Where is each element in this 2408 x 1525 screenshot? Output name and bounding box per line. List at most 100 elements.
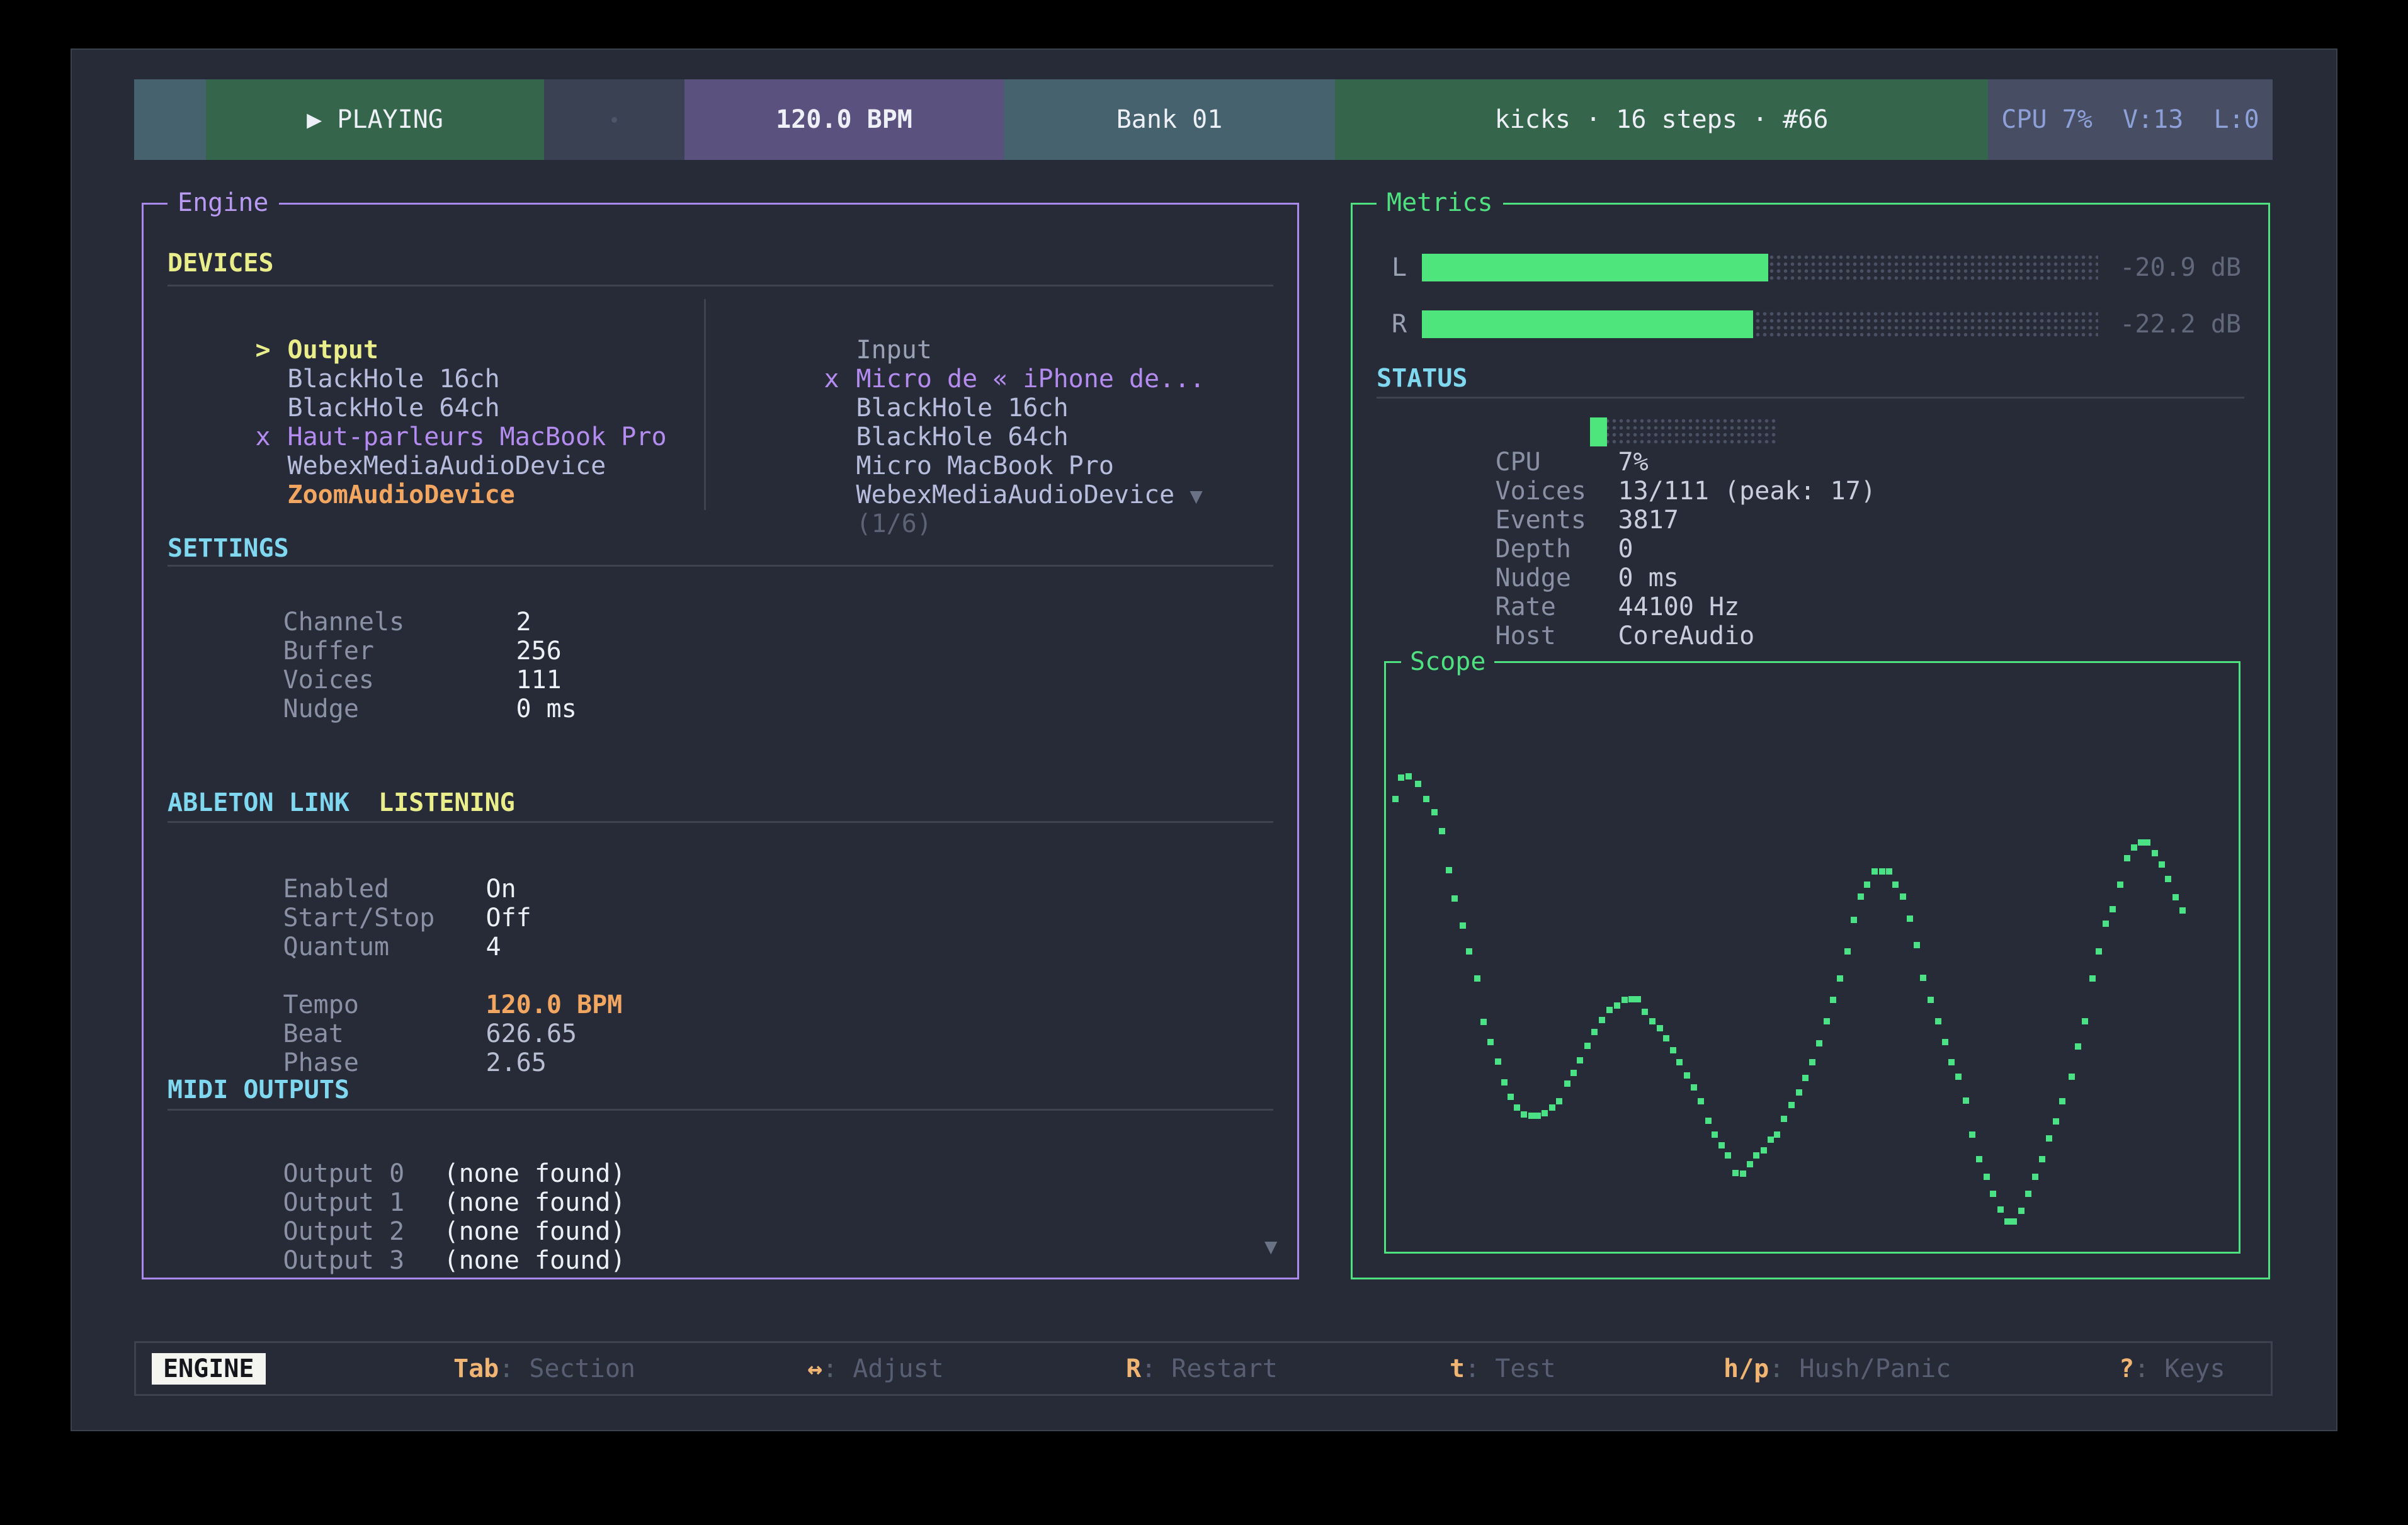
scope-data-point	[2179, 907, 2186, 914]
phase-value: 2.65	[486, 1048, 547, 1077]
activity-dot	[611, 117, 617, 123]
pattern-display: kicks · 16 steps · #66	[1335, 79, 1988, 160]
scope-data-point	[1824, 1018, 1830, 1024]
scope-data-point	[2004, 1218, 2011, 1225]
scope-data-point	[1584, 1043, 1591, 1049]
scope-data-point	[1788, 1102, 1795, 1108]
scope-data-point	[1851, 917, 1857, 923]
hint-test[interactable]: t: Test	[1450, 1354, 1556, 1383]
midi-row: Output 3(none found)	[192, 1217, 625, 1304]
scope-data-point	[2096, 948, 2102, 955]
hint-section[interactable]: Tab: Section	[453, 1354, 635, 1383]
scope-data-point	[1796, 1089, 1802, 1096]
scope-waveform	[1392, 669, 2232, 1245]
scope-data-point	[1501, 1079, 1508, 1086]
scope-data-point	[1577, 1057, 1583, 1063]
bank-display: Bank 01	[1004, 79, 1335, 160]
scope-data-point	[1698, 1098, 1704, 1104]
scope-data-point	[2025, 1191, 2031, 1197]
scope-data-point	[1955, 1074, 1962, 1080]
scope-data-point	[1495, 1058, 1501, 1065]
divider	[168, 285, 1273, 286]
scope-data-point	[1990, 1191, 1996, 1197]
cpu-meter-fill	[1590, 417, 1607, 446]
scope-data-point	[1556, 1098, 1562, 1104]
chevron-down-icon[interactable]: ▼	[1190, 484, 1202, 509]
scope-data-point	[1431, 809, 1438, 815]
setting-value[interactable]: 0 ms	[516, 694, 577, 723]
scope-data-point	[1774, 1131, 1780, 1138]
metrics-panel: Metrics L -20.9 dB R -22.2 dB STATUS CPU…	[1351, 203, 2270, 1279]
divider	[168, 565, 1273, 567]
scope-data-point	[1948, 1059, 1955, 1065]
app-window: ▶ PLAYING 120.0 BPM Bank 01 kicks · 16 s…	[71, 48, 2337, 1431]
device-item-highlighted[interactable]: ZoomAudioDevice	[164, 451, 515, 538]
scope-data-point	[2046, 1135, 2052, 1142]
hint-hush-panic[interactable]: h/p: Hush/Panic	[1724, 1354, 1951, 1383]
transport-status-label: ▶ PLAYING	[307, 105, 443, 134]
top-bar-gap	[544, 79, 684, 160]
scope-data-point	[1460, 922, 1466, 929]
scope-data-point	[1451, 895, 1458, 902]
scope-display: Scope	[1384, 661, 2240, 1254]
scope-data-point	[2018, 1208, 2025, 1214]
scope-data-point	[1649, 1018, 1655, 1024]
scope-data-point	[2011, 1218, 2017, 1225]
scope-data-point	[1963, 1097, 1969, 1104]
scope-data-point	[2039, 1156, 2045, 1162]
meter-channel-label: L	[1392, 254, 1407, 281]
scope-data-point	[1676, 1059, 1683, 1065]
scope-data-point	[1474, 975, 1480, 982]
bank-label: Bank 01	[1116, 105, 1223, 134]
scope-data-point	[2124, 855, 2130, 861]
pattern-label: kicks · 16 steps · #66	[1495, 105, 1829, 134]
scope-data-point	[1487, 1039, 1494, 1045]
scope-data-point	[1684, 1072, 1690, 1079]
status-header: STATUS	[1377, 364, 1468, 393]
setting-row: Nudge0 ms	[192, 666, 577, 752]
section-badge-engine[interactable]: ENGINE	[152, 1353, 266, 1385]
scope-data-point	[1614, 1002, 1620, 1009]
metrics-panel-title: Metrics	[1377, 188, 1503, 217]
divider	[168, 1109, 1273, 1111]
scope-data-point	[2075, 1043, 2081, 1050]
scope-data-point	[2032, 1174, 2038, 1180]
level-meter-right	[1422, 310, 2098, 338]
scope-data-point	[1423, 796, 1429, 802]
scope-data-point	[1935, 1018, 1941, 1024]
hint-restart[interactable]: R: Restart	[1126, 1354, 1278, 1383]
scope-data-point	[1514, 1104, 1520, 1111]
scope-data-point	[1406, 773, 1412, 780]
scope-data-point	[1830, 997, 1836, 1003]
ableton-link-header: ABLETON LINK	[168, 788, 349, 817]
scope-data-point	[1892, 882, 1899, 888]
scope-data-point	[1542, 1110, 1548, 1116]
scope-data-point	[2059, 1098, 2065, 1104]
scope-data-point	[1942, 1039, 1948, 1045]
scope-data-point	[1635, 996, 1641, 1002]
scope-data-point	[1768, 1137, 1774, 1143]
scope-data-point	[2152, 850, 2158, 856]
scope-data-point	[1984, 1174, 1990, 1180]
hint-adjust[interactable]: ↔: Adjust	[807, 1354, 944, 1383]
scope-data-point	[1657, 1025, 1663, 1031]
scope-data-point	[1969, 1131, 1975, 1138]
scope-data-point	[2082, 1018, 2088, 1024]
scope-data-point	[1439, 828, 1445, 834]
scope-data-point	[1816, 1040, 1822, 1046]
hint-keys[interactable]: ?: Keys	[2119, 1354, 2225, 1383]
settings-header: SETTINGS	[168, 534, 289, 563]
scope-data-point	[1900, 893, 1906, 900]
status-value: CoreAudio	[1618, 621, 1755, 650]
scope-data-point	[2110, 906, 2116, 912]
scope-data-point	[1415, 781, 1421, 787]
divider	[1377, 397, 2244, 399]
bpm-value: 120.0 BPM	[776, 105, 912, 134]
scope-data-point	[1535, 1113, 1541, 1119]
scope-data-point	[1712, 1131, 1718, 1138]
scroll-down-icon[interactable]: ▼	[1264, 1234, 1277, 1259]
scope-data-point	[1740, 1171, 1746, 1177]
link-value[interactable]: 4	[486, 933, 501, 961]
meter-fill	[1422, 310, 1753, 338]
scope-data-point	[1976, 1156, 1982, 1162]
